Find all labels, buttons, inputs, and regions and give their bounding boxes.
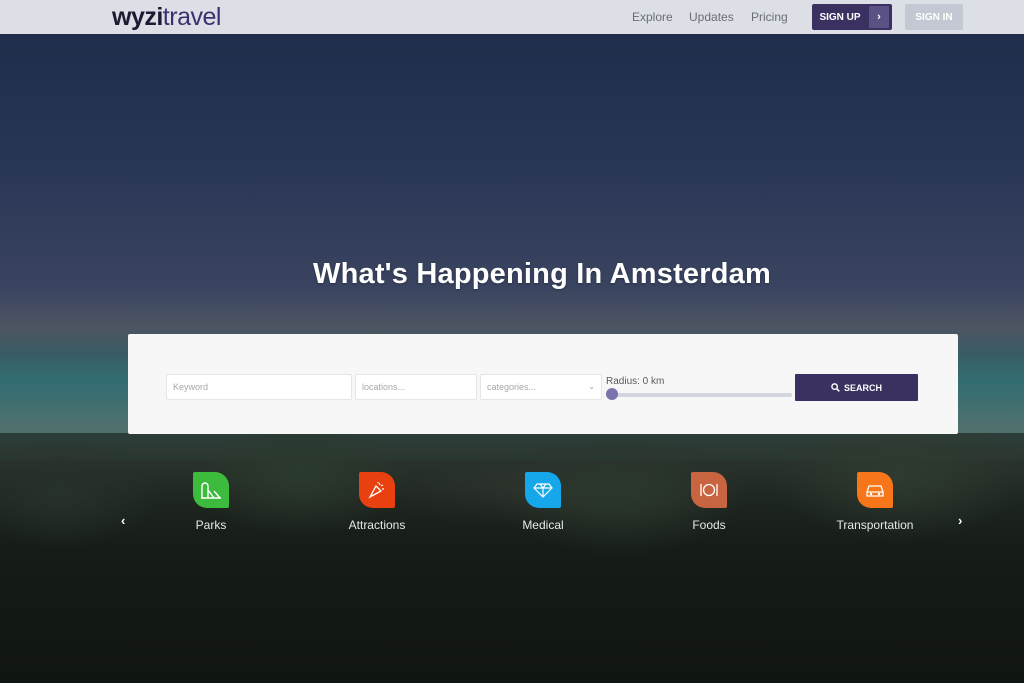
category-attractions[interactable]: Attractions <box>317 472 437 532</box>
site-logo[interactable]: wyzi travel <box>112 0 221 34</box>
nav-pricing-label[interactable]: Pricing <box>751 10 788 24</box>
category-transportation[interactable]: Transportation <box>815 472 935 532</box>
categories-select-label: categories... <box>487 382 537 392</box>
nav-pricing[interactable]: Pricing <box>751 0 788 34</box>
page-title: What's Happening In Amsterdam <box>313 258 771 290</box>
signup-button[interactable]: SIGN UP › <box>812 4 892 30</box>
category-foods[interactable]: Foods <box>649 472 769 532</box>
logo-suffix: travel <box>162 2 222 31</box>
category-label: Transportation <box>836 518 914 532</box>
categories-select[interactable]: categories... ⌄ <box>480 374 602 400</box>
nav-explore-label[interactable]: Explore <box>632 10 673 24</box>
radius-slider-track[interactable] <box>610 393 792 397</box>
nav-updates[interactable]: Updates <box>689 0 734 34</box>
nav-explore[interactable]: Explore <box>632 0 673 34</box>
radius-label: Radius: 0 km <box>606 376 665 387</box>
diamond-icon <box>525 472 561 508</box>
plate-cutlery-icon <box>691 472 727 508</box>
category-medical[interactable]: Medical <box>483 472 603 532</box>
carousel-next-arrow[interactable]: › <box>958 513 962 528</box>
keyword-input[interactable]: Keyword <box>166 374 352 400</box>
category-label: Foods <box>692 518 726 532</box>
logo-prefix: wyzi <box>112 2 163 31</box>
top-navbar: wyzi travel Explore Updates Pricing SIGN … <box>0 0 1024 34</box>
search-button[interactable]: SEARCH <box>795 374 918 401</box>
chevron-right-icon: › <box>869 6 889 28</box>
palm-trees <box>0 433 1024 683</box>
nav-updates-label[interactable]: Updates <box>689 10 734 24</box>
search-icon <box>831 383 840 392</box>
radius-slider-handle[interactable] <box>606 388 618 400</box>
chevron-down-icon: ⌄ <box>588 382 595 391</box>
category-label: Medical <box>522 518 564 532</box>
park-icon <box>193 472 229 508</box>
signin-button[interactable]: SIGN IN <box>905 4 963 30</box>
party-popper-icon <box>359 472 395 508</box>
search-panel: Keyword locations... categories... ⌄ Rad… <box>128 334 958 434</box>
search-button-label: SEARCH <box>843 382 882 393</box>
category-parks[interactable]: Parks <box>151 472 271 532</box>
carousel-prev-arrow[interactable]: ‹ <box>121 513 125 528</box>
category-label: Parks <box>195 518 227 532</box>
car-icon <box>857 472 893 508</box>
locations-input[interactable]: locations... <box>355 374 477 400</box>
category-label: Attractions <box>348 518 406 532</box>
signup-label: SIGN UP <box>819 11 861 23</box>
